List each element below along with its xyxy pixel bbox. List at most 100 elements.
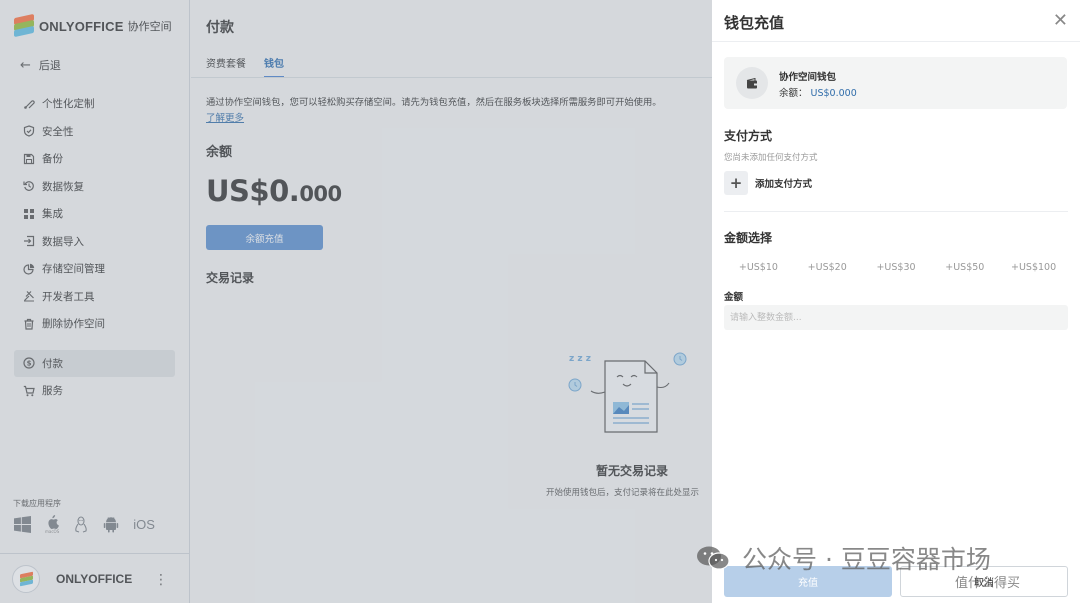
windows-icon[interactable] xyxy=(14,516,31,533)
sidebar-item-label: 数据恢复 xyxy=(42,180,84,193)
sidebar-item-label: 付款 xyxy=(42,357,63,370)
cancel-button[interactable]: 取消 xyxy=(900,566,1068,597)
macos-caption: macOS xyxy=(45,529,60,534)
trash-icon xyxy=(22,317,36,331)
save-icon xyxy=(22,152,36,166)
sidebar-item-label: 开发者工具 xyxy=(42,290,95,303)
download-apps-title: 下载应用程序 xyxy=(13,499,61,508)
sidebar-item-customization[interactable]: 个性化定制 xyxy=(14,90,175,118)
payment-method-note: 您尚未添加任何支付方式 xyxy=(724,153,818,163)
wallet-card: 协作空间钱包 余额： US$0.000 xyxy=(724,57,1067,109)
android-icon[interactable] xyxy=(103,516,119,533)
topup-submit-button[interactable]: 充值 xyxy=(724,566,892,597)
sidebar-item-label: 安全性 xyxy=(42,125,74,138)
sidebar-item-services[interactable]: 服务 xyxy=(14,377,175,405)
import-icon xyxy=(22,234,36,248)
sidebar-item-payments[interactable]: $ 付款 xyxy=(14,349,175,377)
wallet-balance-value: US$0.000 xyxy=(810,88,857,99)
more-vertical-icon[interactable]: ⋮ xyxy=(154,572,168,588)
brand-logo[interactable]: ONLYOFFICE 协作空间 xyxy=(14,13,172,38)
profile-bar[interactable]: ONLYOFFICE ⋮ xyxy=(0,553,190,603)
svg-text:$: $ xyxy=(27,360,32,368)
sidebar-item-storage[interactable]: 存储空间管理 xyxy=(14,255,175,283)
wallet-icon xyxy=(736,67,768,99)
linux-icon[interactable] xyxy=(73,516,89,533)
empty-zzz-text: z z z xyxy=(569,354,591,364)
empty-state-title: 暂无交易记录 xyxy=(596,464,669,478)
sidebar-item-label: 存储空间管理 xyxy=(42,263,105,276)
sidebar-item-import[interactable]: 数据导入 xyxy=(14,228,175,256)
paint-icon xyxy=(22,97,36,111)
settings-nav: 个性化定制 安全性 备份 数据恢复 集成 数据导入 存储空间管理 开发者工具 删… xyxy=(14,90,175,405)
amount-options: +US$10 +US$20 +US$30 +US$50 +US$100 xyxy=(724,255,1068,279)
grid-icon xyxy=(22,207,36,221)
sidebar-item-developer-tools[interactable]: 开发者工具 xyxy=(14,283,175,311)
amount-input[interactable] xyxy=(724,305,1068,330)
page-title: 付款 xyxy=(206,20,234,36)
amount-selection-heading: 金额选择 xyxy=(724,231,773,245)
back-button[interactable]: ← 后退 xyxy=(20,57,61,73)
amount-option-50[interactable]: +US$50 xyxy=(930,255,999,279)
download-apps-list: macOS iOS xyxy=(14,515,155,534)
tab-plans[interactable]: 资费套餐 xyxy=(206,55,246,78)
shield-icon xyxy=(22,124,36,138)
add-payment-label: 添加支付方式 xyxy=(755,179,813,190)
brand-name: ONLYOFFICE xyxy=(39,18,124,34)
tab-wallet[interactable]: 钱包 xyxy=(264,55,284,78)
avatar[interactable] xyxy=(12,564,40,593)
panel-title: 钱包充值 xyxy=(724,14,785,32)
macos-icon[interactable]: macOS xyxy=(45,515,59,534)
balance-main: US$0. xyxy=(206,174,300,208)
cart-icon xyxy=(22,384,36,398)
back-label: 后退 xyxy=(38,59,61,72)
developer-tools-icon xyxy=(22,289,36,303)
amount-option-100[interactable]: +US$100 xyxy=(999,255,1068,279)
amount-option-10[interactable]: +US$10 xyxy=(724,255,793,279)
panel-header-divider xyxy=(712,41,1080,42)
balance-value: US$0.000 xyxy=(206,174,342,208)
brand-subtitle: 协作空间 xyxy=(127,20,172,33)
learn-more-link[interactable]: 了解更多 xyxy=(206,110,244,124)
profile-name: ONLYOFFICE xyxy=(56,571,133,586)
sidebar-item-label: 删除协作空间 xyxy=(42,318,105,331)
pie-chart-icon xyxy=(22,262,36,276)
sidebar-item-integration[interactable]: 集成 xyxy=(14,200,175,228)
transactions-heading: 交易记录 xyxy=(206,271,255,285)
tabs-divider xyxy=(191,77,712,78)
dollar-icon: $ xyxy=(22,356,36,370)
sidebar-item-label: 服务 xyxy=(42,385,63,398)
sidebar-item-label: 备份 xyxy=(42,153,63,166)
add-payment-method-button[interactable]: + 添加支付方式 xyxy=(724,171,812,195)
sidebar-item-label: 集成 xyxy=(42,208,63,221)
sidebar-item-label: 数据导入 xyxy=(42,235,84,248)
sidebar-item-restore[interactable]: 数据恢复 xyxy=(14,173,175,201)
payment-method-heading: 支付方式 xyxy=(724,129,773,143)
arrow-left-icon: ← xyxy=(20,57,31,73)
empty-transactions-illustration: z z z xyxy=(567,347,687,446)
empty-state-subtitle: 开始使用钱包后，支付记录将在此处显示 xyxy=(546,488,700,498)
wallet-balance-label: 余额： xyxy=(779,88,808,99)
wallet-balance: 余额： US$0.000 xyxy=(779,85,857,99)
amount-option-20[interactable]: +US$20 xyxy=(793,255,862,279)
ios-icon[interactable]: iOS xyxy=(133,517,155,532)
amount-label: 金额 xyxy=(724,292,744,303)
wallet-topup-panel: 钱包充值 ✕ 协作空间钱包 余额： US$0.000 支付方式 您尚未添加任何支付… xyxy=(712,0,1080,603)
restore-icon xyxy=(22,179,36,193)
sidebar-item-delete-space[interactable]: 删除协作空间 xyxy=(14,310,175,338)
onlyoffice-logo-icon xyxy=(14,13,34,38)
topup-balance-button[interactable]: 余额充值 xyxy=(206,225,323,250)
wallet-name: 协作空间钱包 xyxy=(779,72,837,83)
sidebar-item-label: 个性化定制 xyxy=(42,98,95,111)
main-content: 付款 资费套餐 钱包 通过协作空间钱包，您可以轻松购买存储空间。请先为钱包充值，… xyxy=(191,0,712,603)
sidebar-item-backup[interactable]: 备份 xyxy=(14,145,175,173)
wallet-description: 通过协作空间钱包，您可以轻松购买存储空间。请先为钱包充值，然后在服务板块选择所需… xyxy=(206,97,662,108)
sidebar: ONLYOFFICE 协作空间 ← 后退 个性化定制 安全性 备份 数据恢复 集… xyxy=(0,0,190,603)
balance-decimals: 000 xyxy=(299,182,342,206)
balance-heading: 余额 xyxy=(206,145,233,160)
amount-option-30[interactable]: +US$30 xyxy=(862,255,931,279)
tabs: 资费套餐 钱包 xyxy=(206,55,284,78)
sidebar-item-security[interactable]: 安全性 xyxy=(14,118,175,146)
payment-divider xyxy=(724,211,1068,212)
plus-icon: + xyxy=(724,171,748,195)
close-icon[interactable]: ✕ xyxy=(1053,10,1068,31)
